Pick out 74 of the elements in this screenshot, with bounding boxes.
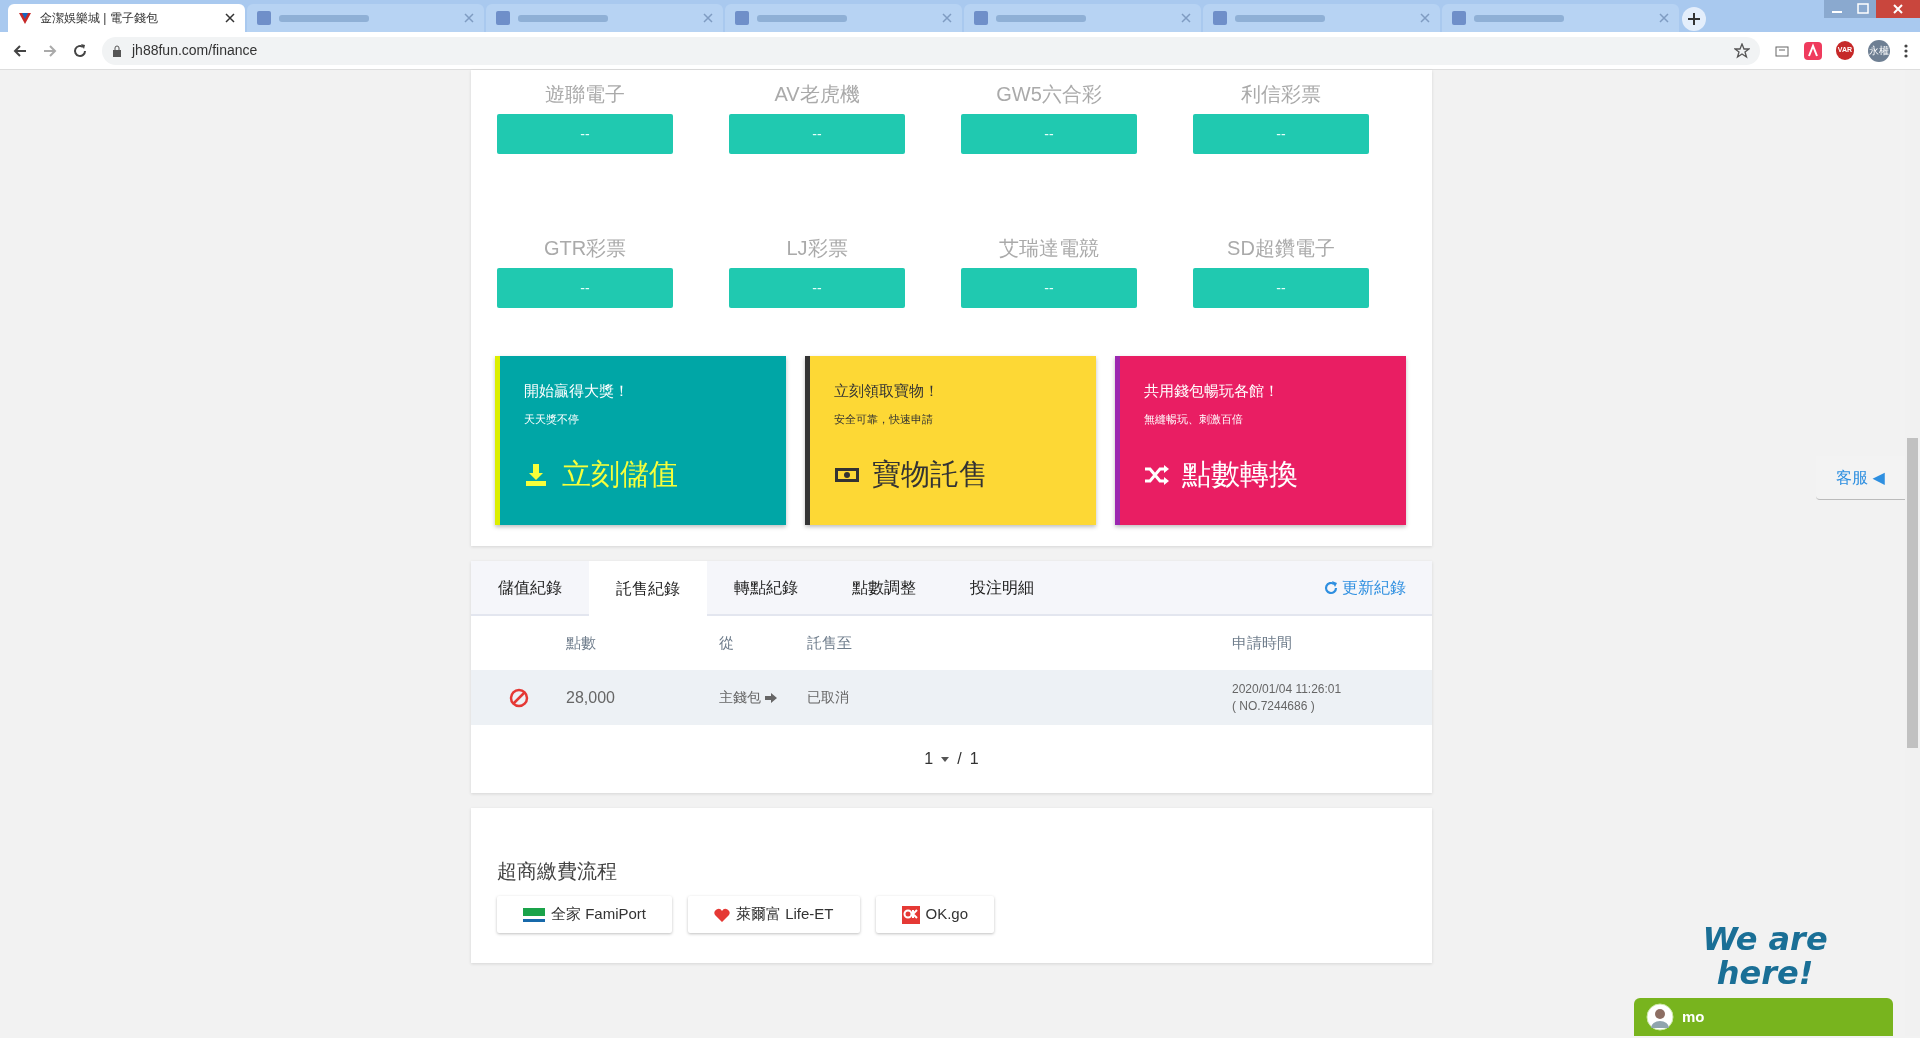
- prohibited-icon: [508, 687, 529, 708]
- ok-logo: [901, 905, 920, 924]
- card-action: 寶物託售: [872, 457, 988, 492]
- tagline-text: We are here!: [1701, 922, 1829, 990]
- forward-icon[interactable]: [42, 42, 58, 59]
- lock-icon: [112, 44, 122, 57]
- caret-icon: [941, 756, 950, 762]
- action-card[interactable]: 開始贏得大獎！ 天天獎不停 立刻儲值: [495, 356, 786, 525]
- avatar-icon: [1646, 1003, 1674, 1031]
- payment-button[interactable]: 全家 FamiPort: [497, 896, 672, 933]
- payment-button[interactable]: 萊爾富 Life-ET: [688, 896, 860, 933]
- card-title: 立刻領取寶物！: [834, 381, 940, 401]
- maximize-icon[interactable]: [1850, 0, 1876, 18]
- page-total: 1: [969, 749, 979, 769]
- game-name: 艾瑞達電競: [998, 236, 1100, 260]
- game-name: GW5六合彩: [995, 82, 1103, 106]
- refresh-link[interactable]: 更新紀錄: [1318, 561, 1412, 614]
- refresh-icon: [1324, 580, 1338, 595]
- to-cell: 已取消: [807, 689, 849, 705]
- back-icon[interactable]: [12, 42, 28, 59]
- card-subtitle: 無縫暢玩、刺激百倍: [1144, 411, 1244, 427]
- minimize-icon[interactable]: [1824, 0, 1850, 18]
- record-tab[interactable]: 投注明細: [943, 561, 1061, 614]
- chat-bar[interactable]: mo: [1634, 998, 1893, 1036]
- famiport-logo: [523, 907, 545, 922]
- action-card[interactable]: 立刻領取寶物！ 安全可靠，快速申請 寶物託售: [805, 356, 1096, 525]
- card-subtitle: 安全可靠，快速申請: [834, 411, 934, 427]
- heart-icon: [714, 907, 730, 922]
- close-icon[interactable]: [225, 13, 235, 23]
- section-title: 超商繳費流程: [497, 859, 618, 884]
- column-header: 點數: [566, 633, 596, 651]
- card-title: 共用錢包暢玩各館！: [1144, 381, 1280, 401]
- browser-tab[interactable]: [486, 4, 723, 32]
- arrow-icon: [765, 692, 777, 703]
- page-separator: /: [957, 749, 962, 769]
- card-action: 點數轉換: [1182, 457, 1298, 492]
- browser-tab[interactable]: [247, 4, 484, 32]
- action-card[interactable]: 共用錢包暢玩各館！ 無縫暢玩、刺激百倍 點數轉換: [1115, 356, 1406, 525]
- game-name: SD超鑽電子: [1226, 236, 1336, 260]
- browser-tab[interactable]: [964, 4, 1201, 32]
- game-name: AV老虎機: [773, 82, 861, 106]
- record-tab[interactable]: 儲值紀錄: [471, 561, 589, 614]
- star-icon[interactable]: [1733, 42, 1750, 59]
- game-name: 遊聯電子: [544, 82, 626, 106]
- card-subtitle: 天天獎不停: [524, 411, 580, 427]
- browser-tab[interactable]: [725, 4, 962, 32]
- browser-tab[interactable]: [1203, 4, 1440, 32]
- record-tab[interactable]: 轉點紀錄: [707, 561, 825, 614]
- points-cell: 28,000: [566, 688, 615, 706]
- payment-button[interactable]: OK.go: [875, 896, 995, 933]
- tab-title: 金潔娛樂城 | 電子錢包: [40, 10, 158, 27]
- profile-avatar[interactable]: 永權: [1868, 39, 1890, 62]
- record-tab[interactable]: 託售紀錄: [589, 561, 707, 616]
- url-text[interactable]: jh88fun.com/finance: [132, 40, 258, 61]
- game-name: 利信彩票: [1240, 82, 1322, 106]
- site-favicon: [18, 11, 32, 25]
- card-action: 立刻儲值: [562, 457, 678, 492]
- game-name: GTR彩票: [542, 236, 628, 260]
- game-name: LJ彩票: [785, 236, 849, 260]
- time-cell-text: 2020/01/04 11:26:01: [1232, 680, 1343, 698]
- column-header: 申請時間: [1232, 633, 1292, 651]
- from-cell-text: 主錢包: [719, 688, 761, 707]
- card-title: 開始贏得大獎！: [524, 381, 630, 401]
- record-tab[interactable]: 點數調整: [825, 561, 943, 614]
- shuffle-icon: [1144, 462, 1170, 487]
- column-header: 從: [719, 633, 734, 651]
- menu-icon[interactable]: [1904, 42, 1908, 59]
- page-select[interactable]: 1: [924, 747, 950, 771]
- reload-icon[interactable]: [72, 42, 88, 59]
- new-tab-icon[interactable]: [1681, 6, 1707, 32]
- browser-tab[interactable]: 金潔娛樂城 | 電子錢包: [8, 4, 245, 32]
- reference-cell-text: ( NO.7244686 ): [1232, 697, 1316, 715]
- extension-icon[interactable]: [1803, 41, 1822, 60]
- column-header: 託售至: [807, 633, 852, 651]
